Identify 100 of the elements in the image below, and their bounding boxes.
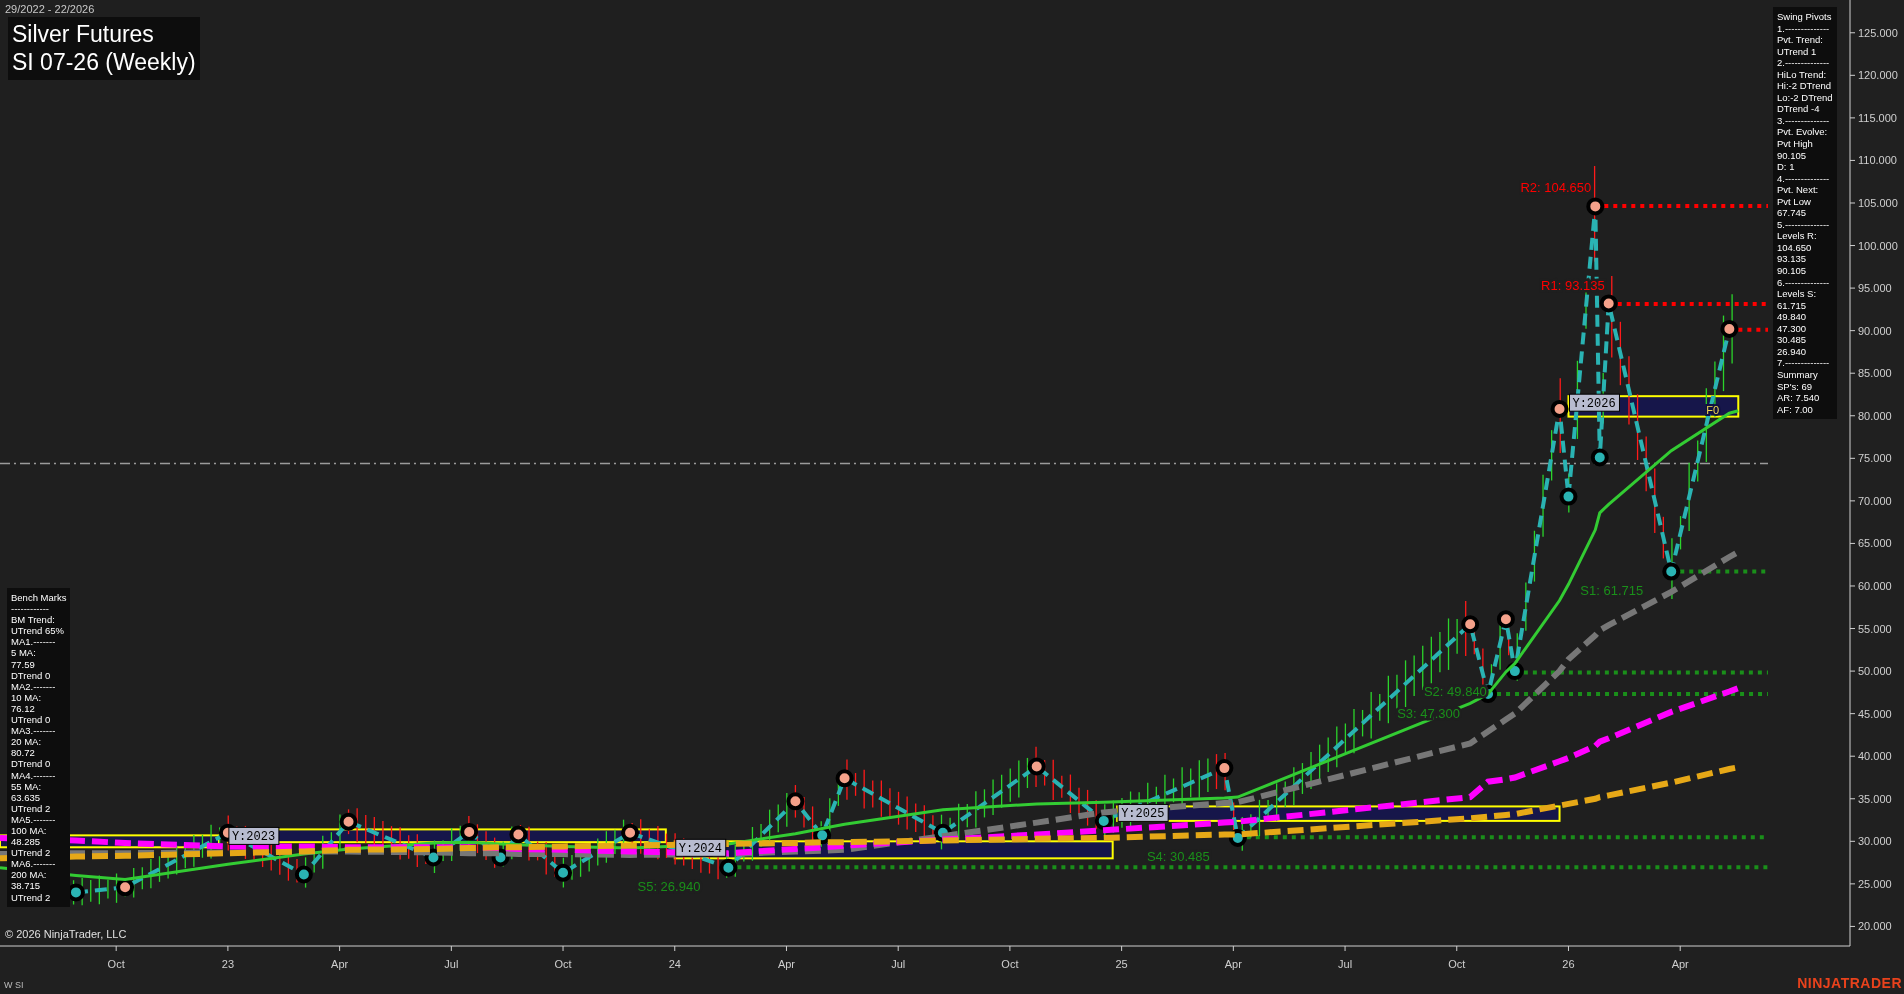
level-label: S5: 26.940 (637, 879, 701, 895)
panel-text: 38.715 (11, 880, 42, 892)
panel-text: UTrend 65% (11, 625, 65, 637)
year-label: Y:2025 (1117, 803, 1169, 822)
x-axis-label: Oct (1448, 958, 1466, 970)
panel-text: UTrend 1 (1777, 45, 1818, 58)
x-axis-label: Oct (1001, 958, 1019, 970)
panel-text: MA2.------- (11, 680, 57, 692)
panel-text: MA4.------- (11, 769, 57, 781)
pivot-marker (1496, 610, 1515, 629)
panel-text: 48.285 (11, 836, 42, 848)
year-label: Y:2024 (675, 838, 727, 857)
x-axis-label: Jul (444, 958, 459, 970)
panel-text: 7.-------------- (1777, 357, 1831, 369)
y-axis-label: 80.000 (1858, 409, 1892, 422)
x-axis-label: 26 (1562, 958, 1575, 970)
y-axis-label: 125.000 (1858, 26, 1898, 39)
panel-text: 61.715 (1777, 299, 1808, 312)
y-axis-label: 35.000 (1858, 792, 1892, 805)
panel-text: 1.-------------- (1777, 22, 1831, 35)
panel-text: 67.745 (1777, 207, 1808, 219)
x-axis-label: Apr (331, 958, 349, 970)
panel-text: Levels R: (1777, 230, 1818, 242)
y-axis-label: 20.000 (1858, 920, 1892, 933)
date-range: 29/2022 - 22/2026 (5, 3, 95, 15)
y-axis-label: 105.000 (1858, 197, 1898, 209)
pivot-marker (1662, 562, 1681, 581)
y-axis-label: 110.000 (1858, 154, 1897, 167)
y-axis-label: 55.000 (1858, 622, 1892, 635)
y-axis-label: 115.000 (1858, 111, 1897, 124)
panel-text: ------------ (11, 603, 50, 615)
panel-text: 55 MA: (11, 780, 43, 792)
panel-text: DTrend 0 (11, 758, 52, 770)
x-axis-label: Apr (1671, 958, 1689, 970)
pivot-marker (813, 826, 832, 845)
panel-text: UTrend 2 (11, 847, 52, 859)
level-label: S4: 30.485 (1146, 849, 1210, 865)
x-axis-label: 24 (668, 958, 681, 970)
pivot-marker (1599, 294, 1618, 313)
y-axis-label: 45.000 (1858, 707, 1892, 720)
panel-text: MA6.------- (11, 858, 57, 870)
pivot-marker (835, 769, 854, 788)
pivot-marker (294, 865, 313, 884)
panel-text: 49.840 (1777, 311, 1808, 323)
panel-text: DTrend -4 (1777, 103, 1821, 115)
panel-text: UTrend 2 (11, 802, 52, 814)
panel-text: Pvt. Trend: (1777, 34, 1824, 46)
panel-text: MA1.------- (11, 636, 57, 648)
pivot-marker (1461, 615, 1480, 634)
x-axis-label: Jul (891, 958, 906, 970)
level-label: R1: 93.135 (1541, 277, 1605, 293)
pivot-marker (1094, 811, 1113, 830)
panel-text: 3.-------------- (1777, 114, 1831, 127)
pivot-marker (1027, 757, 1046, 776)
panel-text: 80.72 (11, 747, 36, 759)
pivot-marker (339, 812, 358, 831)
pivot-marker (1720, 319, 1739, 338)
level-label: S1: 61.715 (1580, 583, 1644, 599)
x-axis-label: Apr (777, 958, 796, 970)
pivot-marker (1215, 759, 1234, 778)
panel-text: 100 MA: (11, 824, 48, 837)
panel-text: 47.300 (1777, 322, 1808, 335)
panel-text: AR: 7.540 (1777, 392, 1821, 404)
panel-text: 4.-------------- (1777, 172, 1831, 185)
panel-text: AF: 7.00 (1777, 403, 1814, 416)
panel-text: 10 MA: (11, 691, 43, 703)
panel-text: UTrend 2 (11, 891, 52, 903)
year-label: Y:2023 (228, 826, 280, 845)
panel-text: 104.650 (1777, 241, 1813, 254)
panel-text: 200 MA: (11, 869, 48, 881)
y-axis-label: 50.000 (1858, 665, 1892, 678)
panel-text: 20 MA: (11, 736, 43, 748)
pivot-marker (460, 822, 479, 841)
panel-text: D: 1 (1777, 161, 1796, 173)
y-axis-label: 100.000 (1858, 239, 1898, 252)
x-axis-label: Oct (107, 958, 125, 970)
panel-text: 26.940 (1777, 345, 1808, 358)
y-axis-label: 65.000 (1858, 537, 1892, 550)
chart-title: Silver Futures (12, 20, 155, 48)
panel-text: 30.485 (1777, 334, 1808, 346)
copyright-text: © 2026 NinjaTrader, LLC (5, 928, 127, 940)
x-axis-label: 25 (1115, 958, 1128, 970)
panel-text: DTrend 0 (11, 669, 52, 681)
pivot-marker (786, 792, 805, 811)
y-axis-label: 60.000 (1858, 580, 1892, 592)
pivot-marker (621, 823, 640, 842)
panel-text: SP's: 69 (1777, 380, 1814, 393)
level-label: R2: 104.650 (1520, 179, 1592, 195)
panel-text: 2.-------------- (1777, 57, 1831, 69)
pivot-marker (933, 823, 952, 842)
pivot-marker (1228, 828, 1247, 847)
panel-text: Pvt. Evolve: (1777, 126, 1829, 138)
panel-text: 5 MA: (11, 647, 37, 659)
panel-text: Bench Marks (11, 592, 67, 604)
pivot-marker (491, 848, 510, 867)
y-axis-label: 25.000 (1858, 877, 1892, 890)
y-axis-label: 30.000 (1858, 835, 1892, 848)
pivot-marker (1559, 487, 1578, 506)
pivot-marker (509, 825, 528, 844)
panel-text: Swing Pivots (1777, 11, 1833, 23)
